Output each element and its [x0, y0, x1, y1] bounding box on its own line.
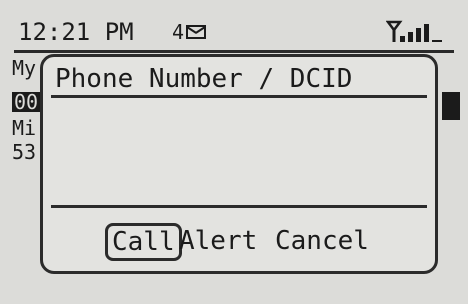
- cancel-button[interactable]: Cancel: [275, 225, 369, 257]
- clock-time: 12:21 PM: [18, 18, 134, 46]
- background-list-item: 53: [12, 140, 37, 164]
- status-divider: [14, 50, 454, 53]
- phone-number-input[interactable]: [51, 101, 427, 203]
- dialog-title: Phone Number / DCID: [55, 64, 353, 94]
- background-list-item: Mi: [12, 116, 37, 140]
- alert-button[interactable]: Alert: [179, 225, 257, 257]
- device-screen: 12:21 PM 4 My 00 Mi 53 Phone Number / DC…: [0, 0, 468, 304]
- scroll-indicator: [442, 92, 460, 120]
- envelope-icon: [186, 25, 207, 39]
- message-indicator: 4: [172, 20, 207, 44]
- message-count: 4: [172, 20, 185, 44]
- title-divider: [51, 95, 427, 98]
- call-button[interactable]: Call: [105, 223, 182, 261]
- input-divider: [51, 205, 427, 208]
- background-list-item-selected: 00: [12, 90, 41, 114]
- status-bar: 12:21 PM 4: [0, 0, 468, 48]
- phone-number-dialog: Phone Number / DCID Call Alert Cancel: [40, 54, 438, 274]
- background-list-item: My: [12, 56, 37, 80]
- signal-strength-icon: [386, 20, 442, 42]
